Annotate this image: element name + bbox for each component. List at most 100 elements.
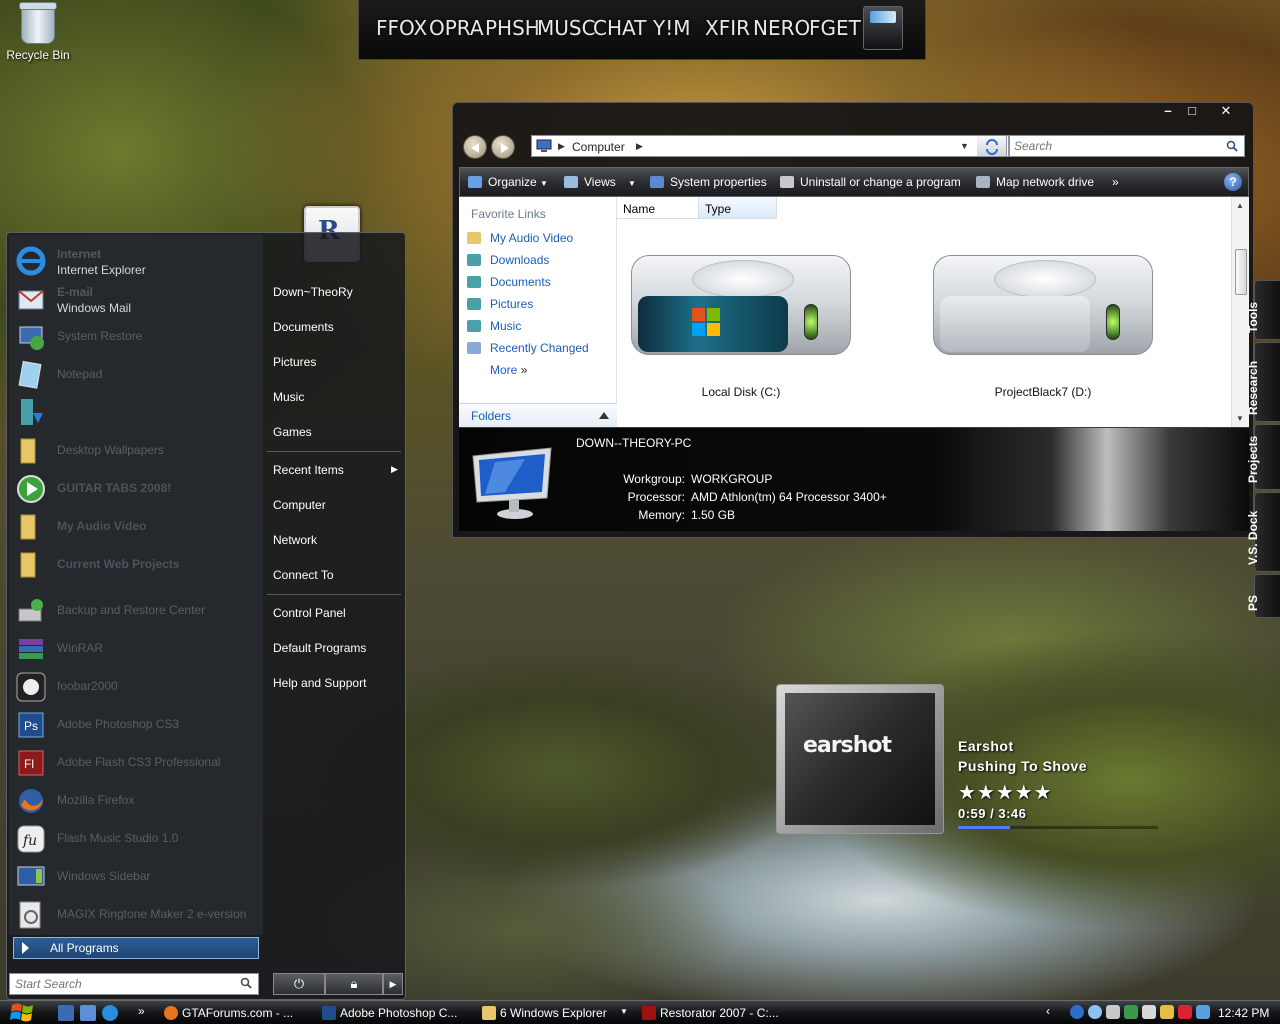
tray-expand-icon[interactable]: ‹ [1046, 1004, 1050, 1018]
forward-button[interactable] [491, 135, 515, 159]
power-icon[interactable] [1160, 1005, 1174, 1019]
nav-link-downloads[interactable]: Downloads [467, 253, 549, 271]
tab-projects[interactable]: Projects [1246, 424, 1280, 490]
dock-item-xfir[interactable]: XFIR [705, 16, 750, 40]
search-icon[interactable] [1226, 140, 1238, 152]
taskbar-button-restorator[interactable]: Restorator 2007 - C:... [638, 1003, 794, 1023]
explorer-search-box[interactable] [1009, 135, 1245, 157]
address-location[interactable]: Computer [572, 140, 625, 154]
internet-explorer-icon[interactable] [102, 1005, 118, 1021]
link-connect-to[interactable]: Connect To [273, 568, 334, 582]
program-download[interactable] [15, 395, 259, 431]
alert-icon[interactable] [1178, 1005, 1192, 1019]
dock-item-phsh[interactable]: PHSH [485, 16, 540, 40]
program-guitar-tabs[interactable]: GUITAR TABS 2008! [15, 471, 259, 507]
nav-link-documents[interactable]: Documents [467, 275, 551, 293]
program-magix[interactable]: MAGIX Ringtone Maker 2 e-version [15, 897, 259, 933]
update-icon[interactable] [1088, 1005, 1102, 1019]
program-notepad[interactable]: Notepad [15, 357, 259, 393]
rating-stars[interactable]: ★★★★★ [958, 780, 1053, 805]
link-recent-items[interactable]: Recent Items [273, 463, 344, 477]
link-help-support[interactable]: Help and Support [273, 676, 366, 690]
network-icon[interactable] [1070, 1005, 1084, 1019]
program-flash-music-studio[interactable]: fu Flash Music Studio 1.0 [15, 821, 259, 857]
search-icon[interactable] [240, 977, 252, 989]
program-system-restore[interactable]: System Restore [15, 319, 259, 355]
link-user-folder[interactable]: Down~TheoRy [273, 285, 353, 299]
link-documents[interactable]: Documents [273, 320, 334, 334]
program-firefox[interactable]: Mozilla Firefox [15, 783, 259, 819]
link-computer[interactable]: Computer [273, 498, 326, 512]
back-button[interactable] [463, 135, 487, 159]
drive-d[interactable]: ProjectBlack7 (D:) [923, 245, 1163, 415]
link-default-programs[interactable]: Default Programs [273, 641, 366, 655]
speaker-icon[interactable] [1196, 1005, 1210, 1019]
nav-link-more[interactable]: More » [490, 363, 527, 381]
dock-item-opra[interactable]: OPRA [429, 16, 484, 40]
taskbar-button-explorer-group[interactable]: 6 Windows Explorer ▼ [478, 1003, 634, 1023]
organize-button[interactable]: Organize ▼ [468, 175, 548, 189]
taskbar-button-firefox[interactable]: GTAForums.com - ... [160, 1003, 316, 1023]
folders-toggle[interactable]: Folders [459, 403, 617, 427]
program-current-web-projects[interactable]: Current Web Projects [15, 547, 259, 583]
program-flash[interactable]: Fl Adobe Flash CS3 Professional [15, 745, 259, 781]
program-foobar[interactable]: foobar2000 [15, 669, 259, 705]
nav-link-my-audio-video[interactable]: My Audio Video [467, 231, 573, 249]
dock-item-ffox[interactable]: FFOX [376, 16, 427, 40]
pinned-internet[interactable]: Internet Internet Explorer [15, 243, 259, 279]
link-music[interactable]: Music [273, 390, 304, 404]
views-button[interactable]: Views ▼ [564, 175, 636, 189]
start-search-box[interactable] [9, 973, 259, 995]
link-pictures[interactable]: Pictures [273, 355, 316, 369]
start-button[interactable] [2, 997, 42, 1024]
taskbar-button-photoshop[interactable]: Adobe Photoshop C... [318, 1003, 476, 1023]
tab-tools[interactable]: Tools [1246, 280, 1280, 340]
maximize-button[interactable]: □ [1179, 103, 1205, 121]
clock[interactable]: 12:42 PM [1218, 1006, 1269, 1020]
program-backup-restore[interactable]: Backup and Restore Center [15, 593, 259, 629]
track-progress-bar[interactable] [958, 826, 1158, 829]
column-header-name[interactable]: Name [617, 197, 699, 219]
close-button[interactable]: ✕ [1213, 103, 1239, 121]
uninstall-program-button[interactable]: Uninstall or change a program [780, 175, 961, 189]
nav-link-recently-changed[interactable]: Recently Changed [467, 341, 589, 359]
dock-stack-icon[interactable] [863, 6, 903, 50]
more-commands-button[interactable]: » [1112, 175, 1119, 189]
dock-item-fget[interactable]: FGET [809, 16, 861, 40]
all-programs-button[interactable]: All Programs [13, 937, 259, 959]
power-button[interactable]: ⏻ [273, 973, 325, 995]
program-photoshop[interactable]: Ps Adobe Photoshop CS3 [15, 707, 259, 743]
drive-c[interactable]: Local Disk (C:) [621, 245, 861, 415]
tab-vs-dock[interactable]: V.S. Dock [1246, 492, 1280, 572]
pinned-email[interactable]: E-mail Windows Mail [15, 281, 259, 317]
link-network[interactable]: Network [273, 533, 317, 547]
shutdown-options-button[interactable]: ▶ [383, 973, 403, 995]
tab-ps[interactable]: PS [1246, 574, 1280, 618]
nav-link-music[interactable]: Music [467, 319, 521, 337]
minimize-button[interactable]: – [1155, 103, 1181, 121]
show-desktop-icon[interactable] [58, 1005, 74, 1021]
chevron-down-icon[interactable]: ▼ [960, 141, 969, 151]
column-header-type[interactable]: Type [699, 197, 777, 219]
dock-item-ym[interactable]: Y!M [653, 16, 691, 40]
monitor-icon[interactable] [1142, 1005, 1156, 1019]
tab-research[interactable]: Research [1246, 342, 1280, 422]
help-icon[interactable]: ? [1224, 173, 1242, 191]
nav-link-pictures[interactable]: Pictures [467, 297, 533, 315]
system-properties-button[interactable]: System properties [650, 175, 767, 189]
scrollbar-thumb[interactable] [1235, 249, 1247, 295]
link-games[interactable]: Games [273, 425, 312, 439]
quicklaunch-more-icon[interactable]: » [138, 1004, 145, 1018]
dock-item-nero[interactable]: NERO [753, 16, 810, 40]
switch-windows-icon[interactable] [80, 1005, 96, 1021]
explorer-search-input[interactable] [1010, 136, 1220, 156]
lock-button[interactable]: 🔒︎ [325, 973, 383, 995]
program-winrar[interactable]: WinRAR [15, 631, 259, 667]
refresh-button[interactable] [977, 135, 1007, 157]
dock-item-musc[interactable]: MUSC [537, 16, 596, 40]
program-my-audio-video[interactable]: My Audio Video [15, 509, 259, 545]
album-cover[interactable]: earshot [776, 684, 944, 834]
security-icon[interactable] [1106, 1005, 1120, 1019]
chevron-right-icon[interactable]: ▶ [636, 141, 643, 152]
map-network-drive-button[interactable]: Map network drive [976, 175, 1094, 189]
